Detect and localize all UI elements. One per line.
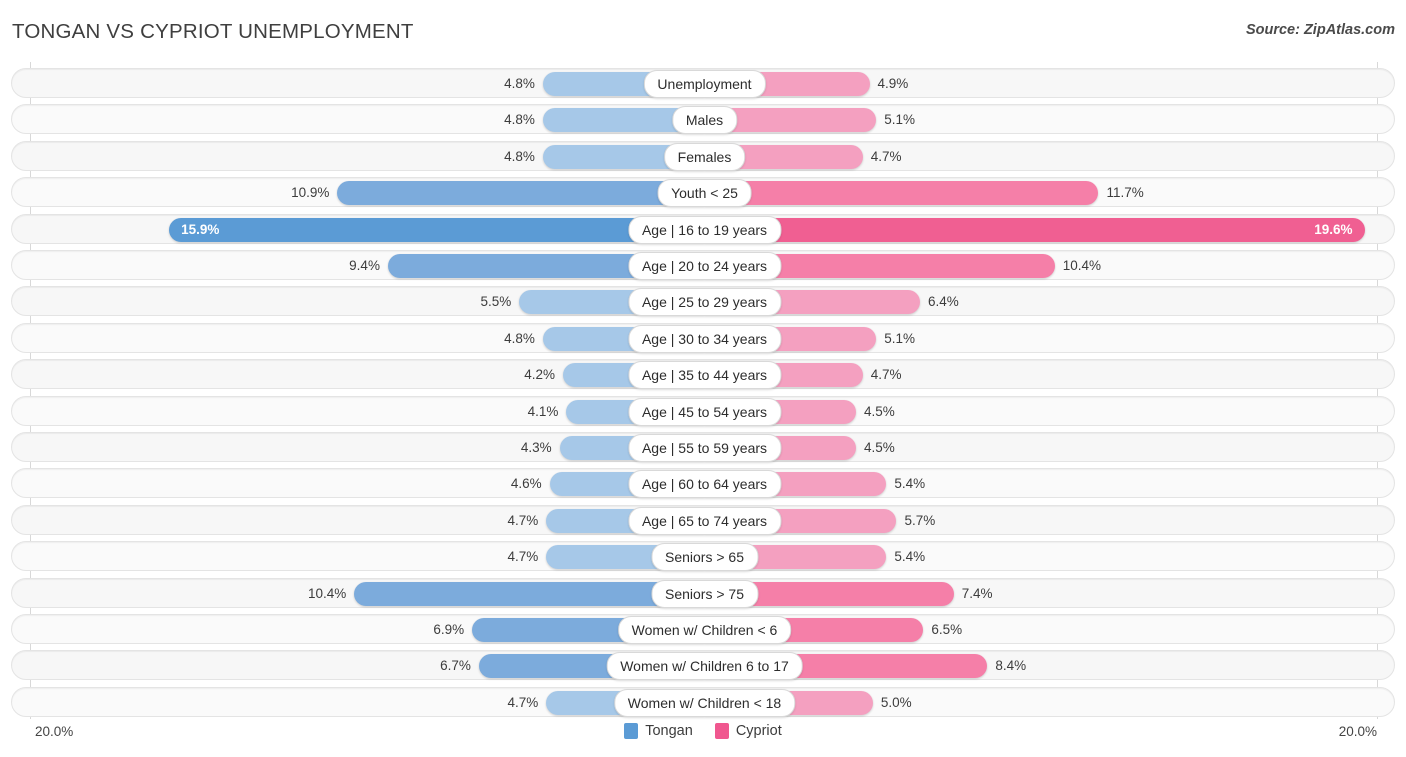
chart-row[interactable]: 9.4% 10.4% Age | 20 to 24 years xyxy=(11,250,1395,280)
bar-value-right: 4.7% xyxy=(871,142,983,172)
row-category-label: Seniors > 75 xyxy=(651,580,758,608)
legend-swatch-icon xyxy=(624,723,638,739)
bar-value-left: 10.4% xyxy=(234,579,346,609)
bar-value-left: 4.2% xyxy=(443,360,555,390)
bar-value-left: 4.6% xyxy=(430,469,542,499)
row-category-label: Seniors > 65 xyxy=(651,543,758,571)
chart-row[interactable]: 4.2% 4.7% Age | 35 to 44 years xyxy=(11,359,1395,389)
row-category-label: Age | 35 to 44 years xyxy=(628,361,781,389)
legend-item[interactable]: Cypriot xyxy=(715,723,782,739)
bar-value-right: 5.7% xyxy=(904,506,1016,536)
chart-row[interactable]: 4.7% 5.7% Age | 65 to 74 years xyxy=(11,505,1395,535)
chart-row[interactable]: 15.9% 19.6% Age | 16 to 19 years xyxy=(11,214,1395,244)
chart-row[interactable]: 4.3% 4.5% Age | 55 to 59 years xyxy=(11,432,1395,462)
legend-label: Tongan xyxy=(645,723,693,739)
chart-row[interactable]: 4.1% 4.5% Age | 45 to 54 years xyxy=(11,396,1395,426)
chart-rows: 4.8% 4.9% Unemployment 4.8% 5.1% Males 4.8% 4.7… xyxy=(0,62,1406,719)
row-category-label: Age | 55 to 59 years xyxy=(628,434,781,462)
bar-value-left: 4.8% xyxy=(423,324,535,354)
bar-value-left: 10.9% xyxy=(217,178,329,208)
legend-swatch-icon xyxy=(715,723,729,739)
chart-row[interactable]: 4.8% 4.7% Females xyxy=(11,141,1395,171)
bar-value-right: 5.4% xyxy=(894,542,1006,572)
chart-row[interactable]: 4.7% 5.0% Women w/ Children < 18 xyxy=(11,687,1395,717)
row-category-label: Women w/ Children 6 to 17 xyxy=(606,652,803,680)
row-category-label: Youth < 25 xyxy=(657,179,752,207)
bar-value-left: 4.8% xyxy=(423,142,535,172)
bar-value-right: 4.5% xyxy=(864,433,976,463)
bar-value-right: 5.1% xyxy=(884,105,996,135)
legend-item[interactable]: Tongan xyxy=(624,723,693,739)
chart-row[interactable]: 4.7% 5.4% Seniors > 65 xyxy=(11,541,1395,571)
bar-value-left: 9.4% xyxy=(268,251,380,281)
bar-value-right: 11.7% xyxy=(1106,178,1218,208)
bar-value-left: 15.9% xyxy=(181,215,219,245)
bar-value-right: 4.7% xyxy=(871,360,983,390)
source-attribution: Source: ZipAtlas.com xyxy=(1246,22,1395,38)
bar-left-tongan[interactable] xyxy=(169,218,704,242)
bar-value-left: 4.8% xyxy=(423,105,535,135)
bar-value-left: 6.7% xyxy=(359,651,471,681)
bar-value-right: 19.6% xyxy=(1309,215,1353,245)
chart-row[interactable]: 4.8% 4.9% Unemployment xyxy=(11,68,1395,98)
chart-row[interactable]: 4.8% 5.1% Age | 30 to 34 years xyxy=(11,323,1395,353)
legend-label: Cypriot xyxy=(736,723,782,739)
bar-right-cypriot[interactable] xyxy=(705,181,1099,205)
row-category-label: Unemployment xyxy=(643,70,765,98)
row-category-label: Males xyxy=(672,106,737,134)
bar-value-left: 5.5% xyxy=(399,287,511,317)
row-category-label: Age | 16 to 19 years xyxy=(628,216,781,244)
bar-value-right: 6.5% xyxy=(931,615,1043,645)
bar-value-right: 6.4% xyxy=(928,287,1040,317)
bar-value-left: 4.7% xyxy=(426,506,538,536)
bar-value-right: 5.1% xyxy=(884,324,996,354)
chart-row[interactable]: 4.8% 5.1% Males xyxy=(11,104,1395,134)
bar-value-right: 10.4% xyxy=(1063,251,1175,281)
chart-row[interactable]: 6.7% 8.4% Women w/ Children 6 to 17 xyxy=(11,650,1395,680)
chart-footer: 20.0% 20.0% TonganCypriot xyxy=(0,719,1406,757)
bar-value-right: 8.4% xyxy=(995,651,1107,681)
row-category-label: Females xyxy=(664,143,746,171)
bar-value-right: 4.5% xyxy=(864,397,976,427)
chart-header: TONGAN VS CYPRIOT UNEMPLOYMENT Source: Z… xyxy=(0,0,1406,62)
bar-value-left: 4.1% xyxy=(446,397,558,427)
bar-value-right: 4.9% xyxy=(878,69,990,99)
row-category-label: Age | 45 to 54 years xyxy=(628,398,781,426)
bar-value-left: 4.7% xyxy=(426,542,538,572)
bar-value-left: 6.9% xyxy=(352,615,464,645)
bar-value-right: 7.4% xyxy=(962,579,1074,609)
chart-plot-area: 4.8% 4.9% Unemployment 4.8% 5.1% Males 4.8% 4.7… xyxy=(0,62,1406,719)
bar-value-left: 4.7% xyxy=(426,688,538,718)
bar-value-right: 5.4% xyxy=(894,469,1006,499)
bar-right-cypriot[interactable] xyxy=(705,218,1365,242)
row-category-label: Age | 60 to 64 years xyxy=(628,470,781,498)
row-category-label: Age | 30 to 34 years xyxy=(628,325,781,353)
bar-value-left: 4.3% xyxy=(440,433,552,463)
chart-row[interactable]: 4.6% 5.4% Age | 60 to 64 years xyxy=(11,468,1395,498)
row-category-label: Women w/ Children < 6 xyxy=(618,616,792,644)
row-category-label: Age | 20 to 24 years xyxy=(628,252,781,280)
bar-value-left: 4.8% xyxy=(423,69,535,99)
bar-left-tongan[interactable] xyxy=(337,181,704,205)
chart-row[interactable]: 10.4% 7.4% Seniors > 75 xyxy=(11,578,1395,608)
row-category-label: Age | 65 to 74 years xyxy=(628,507,781,535)
row-category-label: Women w/ Children < 18 xyxy=(614,689,795,717)
row-category-label: Age | 25 to 29 years xyxy=(628,288,781,316)
page-title: TONGAN VS CYPRIOT UNEMPLOYMENT xyxy=(12,20,414,44)
chart-row[interactable]: 5.5% 6.4% Age | 25 to 29 years xyxy=(11,286,1395,316)
bar-value-right: 5.0% xyxy=(881,688,993,718)
chart-row[interactable]: 6.9% 6.5% Women w/ Children < 6 xyxy=(11,614,1395,644)
chart-row[interactable]: 10.9% 11.7% Youth < 25 xyxy=(11,177,1395,207)
chart-legend: Tongan Cypriot xyxy=(0,723,1406,739)
